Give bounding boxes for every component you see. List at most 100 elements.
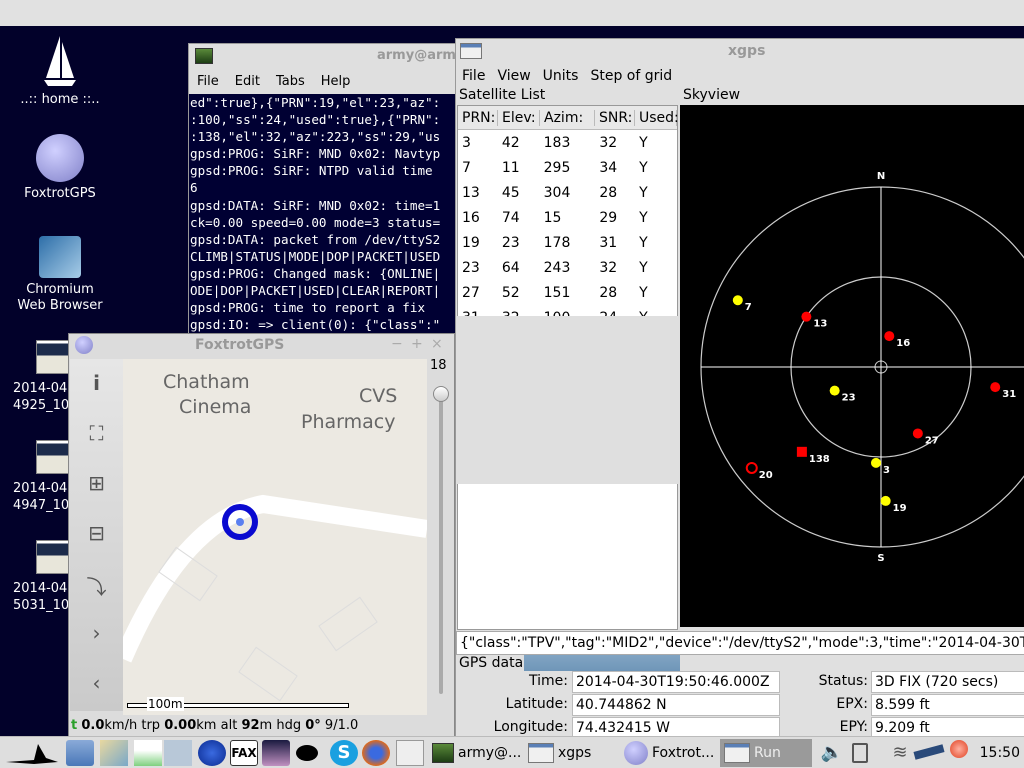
- menu-help[interactable]: Help: [321, 74, 351, 89]
- autocenter-button[interactable]: ⤵: [70, 571, 123, 600]
- menu-file[interactable]: File: [197, 74, 219, 89]
- satellite-label: 23: [842, 393, 856, 404]
- task-foxtrotgps[interactable]: Foxtrot...: [620, 739, 718, 767]
- terminal-line: :100,"ss":24,"used":true},{"PRN":: [190, 112, 441, 128]
- clock[interactable]: 15:50: [980, 745, 1020, 761]
- satellite-row[interactable]: 7 11 295 34 Y: [458, 155, 677, 180]
- satellite-marker: [732, 295, 743, 306]
- gps-indicator[interactable]: [913, 740, 948, 766]
- cell-prn: 16: [462, 209, 480, 226]
- map-app-launcher[interactable]: [100, 740, 128, 766]
- wifi-indicator[interactable]: ≋: [886, 740, 914, 766]
- desktop-icon-label: FoxtrotGPS: [24, 186, 96, 201]
- column-header-elev[interactable]: Elev:: [498, 109, 540, 126]
- slider-handle[interactable]: [433, 386, 449, 402]
- epx-field[interactable]: 8.599 ft: [871, 694, 1024, 716]
- column-header-prn[interactable]: PRN:: [458, 109, 498, 126]
- minimize-button[interactable]: −: [391, 336, 403, 352]
- top-panel: [0, 0, 1024, 26]
- column-header-snr[interactable]: SNR:: [595, 109, 635, 126]
- forward-button[interactable]: ›: [70, 621, 123, 645]
- zoom-in-button[interactable]: ⊞: [70, 471, 123, 495]
- terminal-line: :138,"el":32,"az":223,"ss":29,"us: [190, 129, 441, 145]
- fax-launcher[interactable]: FAX: [230, 740, 258, 766]
- status-field[interactable]: 3D FIX (720 secs): [871, 671, 1024, 693]
- cell-elev: 74: [501, 209, 520, 226]
- file-manager-launcher[interactable]: [66, 740, 94, 766]
- pen-app-launcher[interactable]: [164, 740, 192, 766]
- foxtrotgps-window: FoxtrotGPS − + × i ⛶ ⊞ ⊟ ⤵ › ‹ Chatham C…: [68, 333, 455, 737]
- cell-elev: 64: [501, 259, 520, 276]
- time-field[interactable]: 2014-04-30T19:50:46.000Z: [572, 671, 780, 693]
- skyview-svg: N S 3 7 13 16 19 23 27 31 138 20: [700, 171, 1024, 564]
- satellite-row[interactable]: 19 23 178 31 Y: [458, 230, 677, 255]
- night-app-launcher[interactable]: [262, 740, 290, 766]
- task-terminal[interactable]: army@...: [428, 739, 525, 767]
- map-label-cvs: CVS: [359, 385, 398, 407]
- close-button[interactable]: ×: [431, 336, 443, 352]
- terminal-output[interactable]: ed":true},{"PRN":19,"el":23,"az"::100,"s…: [189, 94, 467, 344]
- json-output-line[interactable]: {"class":"TPV","tag":"MID2","device":"/d…: [456, 631, 1024, 655]
- terminal-line: ck=0.00 speed=0.00 mode=3 status=: [190, 214, 441, 230]
- desktop-icon-chromium[interactable]: Chromium Web Browser: [0, 236, 120, 314]
- column-header-used[interactable]: Used:: [635, 109, 679, 126]
- desktop-icon-foxtrotgps[interactable]: FoxtrotGPS: [0, 134, 120, 202]
- latitude-field[interactable]: 40.744862 N: [572, 694, 780, 716]
- terminal-line: CLIMB|STATUS|MODE|DOP|PACKET|USED: [190, 248, 441, 264]
- zoom-out-button[interactable]: ⊟: [70, 521, 123, 545]
- globe-app-launcher[interactable]: [198, 740, 226, 766]
- fullscreen-button[interactable]: ⛶: [70, 421, 123, 445]
- zoom-level: 18: [430, 358, 447, 373]
- map-label-chatham: Chatham: [163, 371, 250, 393]
- redshift-indicator[interactable]: [950, 740, 978, 766]
- task-run[interactable]: Run: [720, 739, 812, 767]
- volume-button[interactable]: 🔈: [818, 740, 846, 766]
- menu-units[interactable]: Units: [543, 68, 579, 84]
- satellite-row[interactable]: 23 64 243 32 Y: [458, 255, 677, 280]
- gps-data-panel: GPS data Time: 2014-04-30T19:50:46.000Z …: [456, 655, 1024, 741]
- info-button[interactable]: i: [70, 371, 123, 395]
- battery-indicator[interactable]: [852, 743, 868, 763]
- terminal-line: gpsd:DATA: SiRF: MND 0x02: time=1: [190, 197, 441, 213]
- desktop-icon-home[interactable]: ..:: home ::..: [0, 34, 120, 108]
- satellite-label: 7: [745, 302, 752, 313]
- menu-tabs[interactable]: Tabs: [276, 74, 305, 89]
- kiwi-app-launcher[interactable]: [296, 740, 324, 766]
- xgps-titlebar[interactable]: xgps: [456, 39, 1024, 64]
- map-toolbar: i ⛶ ⊞ ⊟ ⤵ › ‹: [70, 359, 123, 711]
- satellite-row[interactable]: 27 52 151 28 Y: [458, 280, 677, 305]
- firefox-launcher[interactable]: [362, 740, 390, 766]
- skype-launcher[interactable]: S: [330, 740, 358, 766]
- terminal-line: gpsd:PROG: Changed mask: {ONLINE|: [190, 265, 441, 281]
- menu-view[interactable]: View: [497, 68, 530, 84]
- satellite-row[interactable]: 16 74 15 29 Y: [458, 205, 677, 230]
- menu-step-of-grid[interactable]: Step of grid: [590, 68, 672, 84]
- wifi-icon: ≋: [892, 742, 908, 763]
- column-header-azim[interactable]: Azim:: [540, 109, 595, 126]
- back-button[interactable]: ‹: [70, 671, 123, 695]
- screenshot-thumbnail-icon: [36, 340, 70, 374]
- terminal-titlebar[interactable]: army@arm: [189, 44, 467, 68]
- satellite-row[interactable]: 13 45 304 28 Y: [458, 180, 677, 205]
- task-xgps[interactable]: xgps: [524, 739, 595, 767]
- desktop-icon-label: Chromium: [26, 282, 94, 297]
- mail-launcher[interactable]: [396, 740, 424, 766]
- speed-unit: km/h: [104, 718, 138, 733]
- cell-snr: 28: [599, 284, 618, 301]
- satellite-row[interactable]: 3 42 183 32 Y: [458, 130, 677, 155]
- foxtrotgps-titlebar[interactable]: FoxtrotGPS − + ×: [69, 334, 454, 356]
- skype-icon: S: [337, 742, 351, 763]
- satellite-list-header: PRN: Elev: Azim: SNR: Used:: [458, 106, 679, 130]
- zoom-slider[interactable]: 18: [427, 356, 455, 716]
- menu-button[interactable]: [4, 740, 60, 766]
- menu-edit[interactable]: Edit: [235, 74, 260, 89]
- menu-file[interactable]: File: [462, 68, 485, 84]
- latitude-label: Latitude:: [505, 696, 568, 712]
- map-view[interactable]: Chatham Cinema CVS Pharmacy 100m: [123, 359, 427, 715]
- trip-value: 0.00: [164, 718, 197, 733]
- sats-value: 9/1.0: [324, 718, 359, 733]
- fax-icon: FAX: [231, 746, 257, 760]
- maximize-button[interactable]: +: [411, 336, 423, 352]
- xgps-window: xgps File View Units Step of grid Satell…: [455, 38, 1024, 739]
- chart-app-launcher[interactable]: [134, 740, 162, 766]
